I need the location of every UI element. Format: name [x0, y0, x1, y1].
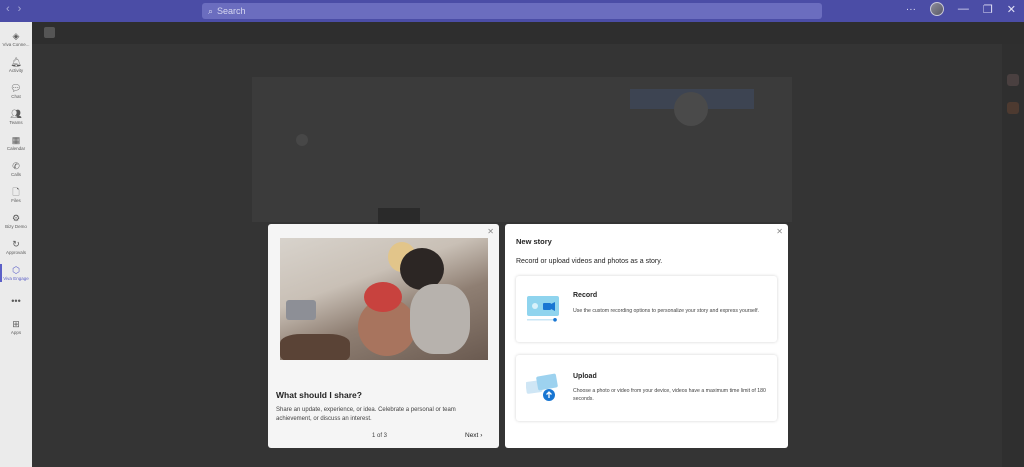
history-nav: ‹ › [6, 3, 21, 15]
upload-option[interactable]: Upload Choose a photo or video from your… [516, 355, 777, 421]
forward-arrow-icon[interactable]: › [18, 3, 22, 15]
viva-connections-icon: ◈ [12, 30, 20, 41]
close-window-icon[interactable]: ✕ [1007, 3, 1016, 16]
rail-item-label: Apps [10, 329, 22, 335]
rail-item-label: Chat [11, 93, 21, 99]
next-button[interactable]: Next › [465, 432, 482, 439]
rail-item-calendar[interactable]: ▦ Calendar [0, 130, 32, 156]
rail-item-label: Teams [9, 119, 23, 125]
search-box[interactable]: ⌕ [202, 3, 822, 19]
rail-item-activity[interactable]: 🔔︎ Activity [0, 52, 32, 78]
photo-figure [286, 300, 316, 320]
bell-icon: 🔔︎ [10, 56, 22, 67]
approvals-icon: ↻ [12, 238, 20, 249]
close-icon[interactable]: ✕ [487, 227, 494, 236]
bizy-demo-icon: ⚙ [11, 212, 21, 223]
rail-item-approvals[interactable]: ↻ Approvals [0, 234, 32, 260]
rail-item-label: Bizy Demo [5, 223, 27, 229]
rail-item-calls[interactable]: ✆ Calls [0, 156, 32, 182]
tips-heading: What should I share? [276, 390, 362, 400]
record-option-description: Use the custom recording options to pers… [573, 308, 759, 314]
rail-item-label: Calendar [6, 145, 26, 151]
photo-figure [364, 282, 402, 312]
search-input[interactable] [217, 6, 778, 16]
rail-item-label: Files [11, 197, 21, 203]
more-apps-icon: ••• [11, 296, 21, 306]
rail-item-teams[interactable]: 👥︎ Teams [0, 104, 32, 130]
next-button-label: Next [465, 432, 479, 439]
upload-option-description: Choose a photo or video from your device… [573, 388, 766, 402]
upload-photo-icon [526, 373, 558, 401]
upload-option-title: Upload [573, 373, 597, 380]
app-rail: ◈ Viva Conne... 🔔︎ Activity 💬︎ Chat 👥︎ T… [0, 22, 32, 467]
back-arrow-icon[interactable]: ‹ [6, 3, 10, 15]
search-icon: ⌕ [208, 5, 214, 16]
file-icon: 🗋 [12, 186, 20, 197]
rail-item-label: Calls [10, 171, 21, 177]
photo-figure [280, 334, 350, 360]
record-camera-icon [527, 296, 559, 322]
record-option-title: Record [573, 292, 598, 299]
profile-avatar-dimmed [674, 92, 708, 126]
rail-item-apps[interactable]: ⊞ Apps [0, 314, 32, 340]
rail-item-label: Viva Conne... [2, 41, 30, 47]
tips-panel: ✕ What should I share? Share an update, … [268, 224, 499, 448]
rail-item-label: Activity [8, 67, 24, 73]
tips-photo [280, 238, 488, 360]
rail-item-viva-connections[interactable]: ◈ Viva Conne... [0, 26, 32, 52]
rail-item-bizy-demo[interactable]: ⚙ Bizy Demo [0, 208, 32, 234]
notification-dot-icon [1007, 74, 1019, 86]
viva-engage-logo [44, 27, 55, 38]
calendar-icon: ▦ [11, 134, 21, 145]
new-story-subtitle: Record or upload videos and photos as a … [516, 258, 663, 265]
new-story-title: New story [516, 237, 552, 246]
phone-icon: ✆ [12, 160, 20, 171]
minimize-icon[interactable]: — [958, 3, 969, 15]
right-strip [1002, 44, 1024, 467]
composer-avatar-dimmed [296, 134, 308, 146]
new-story-panel: ✕ New story Record or upload videos and … [505, 224, 788, 448]
more-options-icon[interactable]: ··· [906, 4, 916, 15]
user-avatar[interactable] [929, 2, 944, 16]
title-bar: ‹ › ⌕ ··· — ❐ ✕ [0, 0, 1024, 22]
tips-pager: 1 of 3 [372, 433, 388, 439]
app-header [32, 22, 1024, 44]
teams-icon: 👥︎ [10, 108, 22, 119]
apps-icon: ⊞ [12, 318, 20, 329]
chat-icon: 💬︎ [10, 82, 22, 93]
rail-item-chat[interactable]: 💬︎ Chat [0, 78, 32, 104]
restore-icon[interactable]: ❐ [983, 3, 993, 16]
rail-item-viva-engage[interactable]: ⬡ Viva Engage [0, 260, 32, 286]
photo-figure [410, 284, 470, 354]
chevron-right-icon: › [480, 432, 483, 439]
window-controls: ··· — ❐ ✕ [906, 2, 1016, 16]
notification-dot-icon [1007, 102, 1019, 114]
rail-item-files[interactable]: 🗋 Files [0, 182, 32, 208]
rail-item-label: Approvals [5, 249, 26, 255]
rail-item-more[interactable]: ••• [0, 288, 32, 314]
viva-engage-icon: ⬡ [12, 264, 20, 275]
tips-body: Share an update, experience, or idea. Ce… [276, 407, 456, 422]
close-icon[interactable]: ✕ [776, 227, 783, 236]
rail-item-label: Viva Engage [3, 275, 29, 281]
record-option[interactable]: Record Use the custom recording options … [516, 276, 777, 342]
